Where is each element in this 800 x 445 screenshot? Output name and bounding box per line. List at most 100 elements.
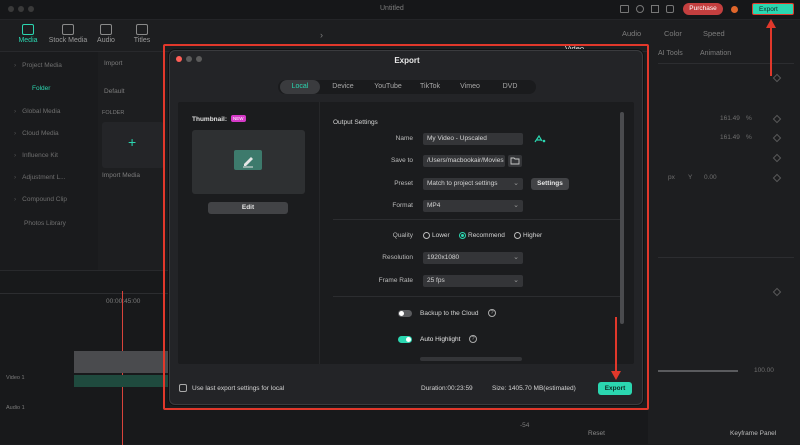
opacity-slider[interactable]	[658, 370, 738, 372]
timeline-lower: -54	[170, 410, 650, 444]
settings-button[interactable]: Settings	[531, 178, 569, 190]
size-readout: Size: 1405.70 MB(estimated)	[492, 385, 576, 392]
window-title: Untitled	[380, 5, 404, 12]
annotation-arrow-up	[766, 19, 776, 76]
edit-thumbnail-button[interactable]: Edit	[208, 202, 288, 214]
left-item-project-media[interactable]: Project Media	[14, 62, 62, 69]
keyframe-diamond-icon[interactable]	[772, 133, 782, 143]
export-content: Thumbnail: NEW Edit Output Settings Name…	[178, 102, 634, 364]
media-icon	[22, 24, 34, 35]
toolbar-stock-media[interactable]: Stock Media	[48, 24, 88, 44]
device-icon[interactable]	[620, 5, 629, 13]
right-tab-audio[interactable]: Audio	[622, 29, 641, 38]
chevron-right-icon[interactable]: ›	[320, 30, 323, 40]
plus-icon: +	[128, 134, 137, 150]
left-item-photos-library[interactable]: Photos Library	[24, 220, 66, 227]
left-item-influence-kit[interactable]: Influence Kit	[14, 152, 58, 159]
highlight-option-bar[interactable]	[420, 357, 522, 361]
tab-local[interactable]: Local	[280, 80, 320, 94]
last-settings-checkbox[interactable]	[179, 384, 187, 392]
save-to-label: Save to	[390, 157, 413, 164]
last-settings-label[interactable]: Use last export settings for local	[192, 385, 284, 392]
import-media-tile[interactable]: +	[102, 122, 164, 168]
auto-highlight-help-icon[interactable]: ?	[469, 335, 477, 343]
grid-icon[interactable]	[651, 5, 659, 13]
left-item-global-media[interactable]: Global Media	[14, 108, 60, 115]
keyframe-panel-button[interactable]: Keyframe Panel	[730, 430, 776, 437]
left-item-cloud-media[interactable]: Cloud Media	[14, 130, 59, 137]
tab-vimeo[interactable]: Vimeo	[452, 80, 488, 94]
toolbar-media[interactable]: Media	[8, 24, 48, 44]
keyframe-diamond-icon[interactable]	[772, 114, 782, 124]
ai-rename-icon[interactable]	[534, 134, 546, 144]
right-tab-speed[interactable]: Speed	[703, 29, 725, 38]
save-to-input[interactable]: /Users/macbookair/Movies	[423, 155, 505, 167]
audio-clip[interactable]	[74, 375, 170, 387]
keyframe-diamond-icon[interactable]	[772, 287, 782, 297]
opacity-value[interactable]: 100.00	[754, 367, 774, 374]
keyframe-diamond-icon[interactable]	[772, 153, 782, 163]
default-dropdown[interactable]: Default	[104, 88, 125, 95]
left-folder-label[interactable]: Folder	[32, 85, 50, 92]
position-y-value[interactable]: 0.00	[704, 174, 717, 181]
settings-scrollbar[interactable]	[620, 112, 624, 324]
export-button[interactable]: Export	[598, 382, 632, 395]
notification-icon[interactable]	[666, 5, 674, 13]
left-item-adjustment[interactable]: Adjustment L...	[14, 174, 65, 181]
tab-tiktok[interactable]: TikTok	[412, 80, 448, 94]
quality-recommend-label[interactable]: Recommend	[468, 232, 505, 239]
track-audio-label: Audio 1	[6, 405, 25, 411]
stock-media-icon	[62, 24, 74, 35]
backup-cloud-toggle[interactable]	[398, 310, 412, 317]
backup-help-icon[interactable]: ?	[488, 309, 496, 317]
quality-recommend-radio[interactable]	[459, 232, 466, 239]
edit-thumbnail-icon	[234, 150, 262, 170]
thumbnail-preview[interactable]	[192, 130, 305, 194]
name-input[interactable]: My Video - Upscaled	[423, 133, 523, 145]
toolbar-titles[interactable]: Titles	[122, 24, 162, 44]
reset-button[interactable]: Reset	[588, 430, 605, 437]
window-close-dot[interactable]	[8, 6, 14, 12]
preset-label: Preset	[394, 180, 413, 187]
tab-device[interactable]: Device	[324, 80, 362, 94]
quality-lower-radio[interactable]	[423, 232, 430, 239]
quality-lower-label[interactable]: Lower	[432, 232, 450, 239]
timeline-ruler	[0, 293, 170, 294]
frame-rate-select[interactable]: 25 fps ⌄	[423, 275, 523, 287]
keyframe-diamond-icon[interactable]	[772, 173, 782, 183]
track-video-label: Video 1	[6, 375, 25, 381]
quality-higher-radio[interactable]	[514, 232, 521, 239]
left-item-compound-clip[interactable]: Compound Clip	[14, 196, 67, 203]
tab-dvd[interactable]: DVD	[492, 80, 528, 94]
video-clip[interactable]	[74, 351, 170, 373]
toolbar-audio[interactable]: Audio	[86, 24, 126, 44]
position-x-unit: px	[668, 174, 675, 181]
resolution-select[interactable]: 1920x1080 ⌄	[423, 252, 523, 264]
scale-x-value[interactable]: 161.49	[720, 115, 740, 122]
account-icon[interactable]	[636, 5, 644, 13]
window-zoom-dot[interactable]	[28, 6, 34, 12]
frame-rate-label: Frame Rate	[378, 277, 413, 284]
resolution-label: Resolution	[382, 254, 413, 261]
chevron-down-icon: ⌄	[513, 180, 519, 187]
scale-y-unit: %	[746, 134, 752, 141]
export-tabs: Local Device YouTube TikTok Vimeo DVD	[278, 80, 536, 94]
right-tab-color[interactable]: Color	[664, 29, 682, 38]
top-export-button[interactable]: Export	[752, 3, 794, 15]
scale-y-value[interactable]: 161.49	[720, 134, 740, 141]
subtab-animation[interactable]: Animation	[700, 50, 731, 57]
browse-folder-button[interactable]	[508, 155, 522, 167]
format-select[interactable]: MP4 ⌄	[423, 200, 523, 212]
subtab-ai-tools[interactable]: AI Tools	[658, 50, 683, 57]
window-minimize-dot[interactable]	[18, 6, 24, 12]
recording-icon[interactable]	[731, 6, 738, 13]
tab-youtube[interactable]: YouTube	[366, 80, 410, 94]
quality-higher-label[interactable]: Higher	[523, 232, 542, 239]
auto-highlight-toggle[interactable]	[398, 336, 412, 343]
preset-select[interactable]: Match to project settings ⌄	[423, 178, 523, 190]
purchase-button[interactable]: Purchase	[683, 3, 723, 15]
thumbnail-label: Thumbnail:	[192, 116, 228, 123]
import-dropdown[interactable]: Import	[104, 60, 122, 67]
folder-header: FOLDER	[102, 110, 125, 116]
title-bar: Untitled Purchase Export	[0, 0, 800, 20]
